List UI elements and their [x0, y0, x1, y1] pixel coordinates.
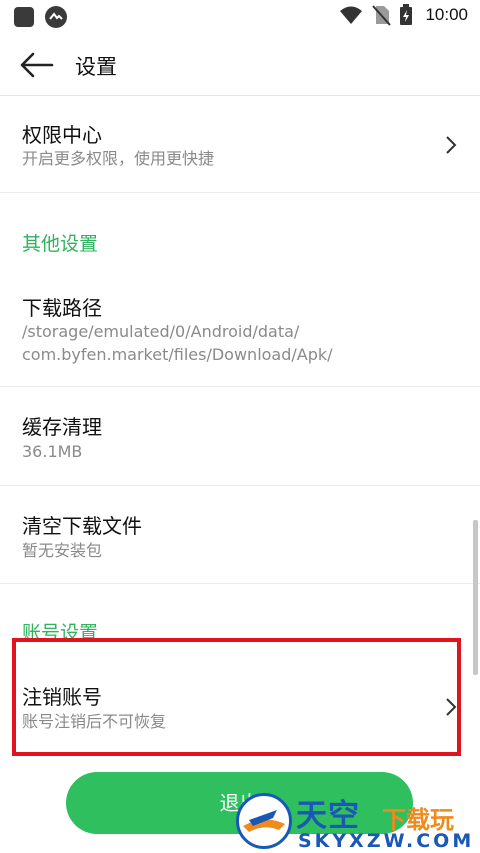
- permissions-row[interactable]: 权限中心 开启更多权限，使用更快捷: [0, 97, 480, 193]
- status-time: 10:00: [425, 5, 468, 24]
- app-square-icon: [14, 7, 34, 27]
- scrollbar[interactable]: [473, 520, 478, 675]
- section-other-settings: 其他设置: [22, 233, 99, 255]
- app-bar: 设置: [0, 34, 480, 96]
- back-button[interactable]: [18, 50, 56, 80]
- wifi-icon: [340, 6, 363, 24]
- no-sim-icon: [372, 5, 392, 26]
- permissions-title: 权限中心: [22, 123, 102, 147]
- clear-downloads-row[interactable]: 清空下载文件 暂无安装包: [0, 486, 480, 584]
- watermark-main: 天空: [296, 798, 360, 834]
- page-title: 设置: [75, 55, 117, 79]
- chevron-right-icon: [446, 698, 457, 716]
- cloud-badge-icon: [45, 6, 67, 28]
- arrow-left-icon: [20, 52, 54, 78]
- download-path-line2: com.byfen.market/files/Download/Apk/: [22, 345, 333, 364]
- permissions-subtitle: 开启更多权限，使用更快捷: [22, 149, 215, 168]
- plane-icon: [243, 810, 285, 832]
- status-bar-right: 10:00: [339, 4, 468, 26]
- clear-downloads-title: 清空下载文件: [22, 514, 142, 538]
- watermark-logo: [236, 793, 292, 849]
- cancel-account-row[interactable]: 注销账号 账号注销后不可恢复: [0, 660, 480, 754]
- download-path-line1: /storage/emulated/0/Android/data/: [22, 322, 300, 341]
- cancel-account-subtitle: 账号注销后不可恢复: [22, 712, 167, 731]
- download-path-row[interactable]: 下载路径 /storage/emulated/0/Android/data/ c…: [0, 270, 480, 387]
- chevron-right-icon: [446, 136, 457, 154]
- battery-charging-icon: [400, 4, 413, 25]
- download-path-title: 下载路径: [22, 296, 102, 320]
- watermark: 天空 下载玩 SKYXZW.COM: [232, 790, 480, 853]
- clear-downloads-subtitle: 暂无安装包: [22, 541, 103, 560]
- cache-clear-row[interactable]: 缓存清理 36.1MB: [0, 387, 480, 486]
- cache-clear-title: 缓存清理: [22, 415, 102, 439]
- section-account-settings: 账号设置: [22, 622, 99, 644]
- watermark-domain: SKYXZW.COM: [298, 830, 475, 852]
- cancel-account-title: 注销账号: [22, 685, 102, 709]
- cache-size: 36.1MB: [22, 442, 83, 461]
- status-bar-left: [13, 5, 68, 29]
- status-bar: 10:00: [0, 0, 480, 34]
